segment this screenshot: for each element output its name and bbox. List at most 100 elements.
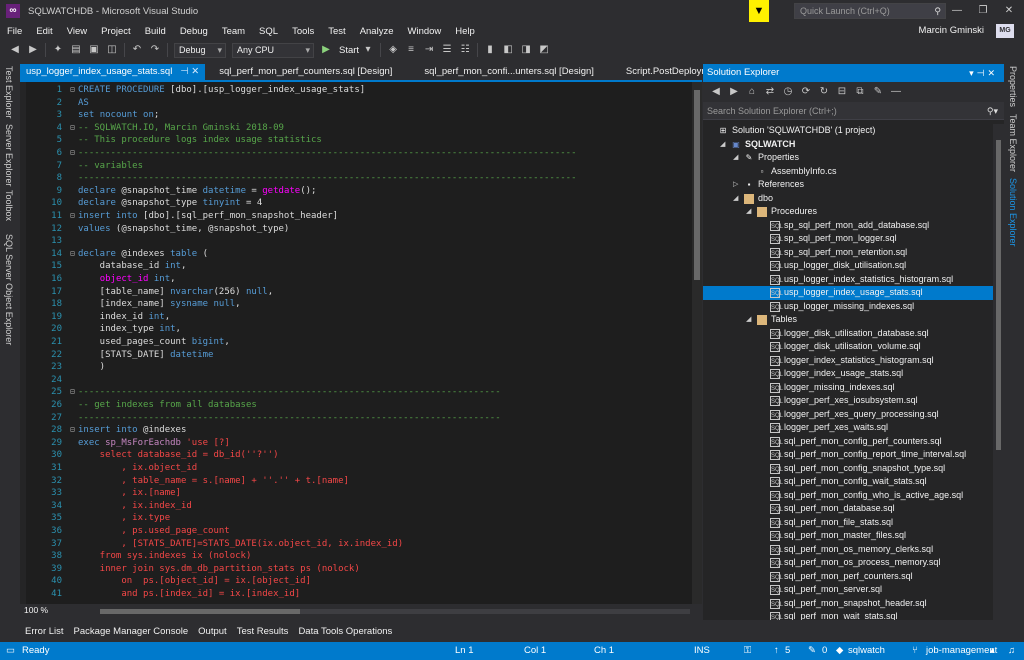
- switch-views-icon[interactable]: ⇄: [763, 85, 777, 99]
- bookmark-icon[interactable]: ▮: [483, 43, 497, 57]
- redo-icon[interactable]: ↷: [148, 43, 162, 57]
- code-line[interactable]: 16 object_id int,: [20, 273, 702, 286]
- menu-sql[interactable]: SQL: [252, 26, 285, 37]
- code-line[interactable]: 27 --------------------------------------…: [20, 412, 702, 425]
- code-line[interactable]: 7 -- variables: [20, 160, 702, 173]
- menu-window[interactable]: Window: [401, 26, 449, 37]
- menu-team[interactable]: Team: [215, 26, 252, 37]
- code-line[interactable]: 13: [20, 235, 702, 248]
- minimize-icon[interactable]: —: [944, 0, 970, 22]
- code-line[interactable]: 1 ⊟ CREATE PROCEDURE [dbo].[usp_logger_ind…: [20, 84, 702, 97]
- tree-item[interactable]: SQL logger_perf_xes_waits.sql: [703, 421, 993, 435]
- bottom-tab-data-tools-operations[interactable]: Data Tools Operations: [293, 626, 397, 637]
- clear-bookmarks-icon[interactable]: ◩: [537, 43, 551, 57]
- forward-icon[interactable]: ▶: [727, 85, 741, 99]
- tree-item[interactable]: SQL sql_perf_mon_server.sql: [703, 583, 993, 597]
- menu-build[interactable]: Build: [138, 26, 173, 37]
- indent-icon[interactable]: ⇥: [422, 43, 436, 57]
- code-line[interactable]: 23 ): [20, 361, 702, 374]
- prev-bookmark-icon[interactable]: ◧: [501, 43, 515, 57]
- code-line[interactable]: 38 from sys.indexes ix (nolock): [20, 550, 702, 563]
- comment-icon[interactable]: ☰: [440, 43, 454, 57]
- tree-item[interactable]: SQL sp_sql_perf_mon_logger.sql: [703, 232, 993, 246]
- show-all-files-icon[interactable]: ⧉: [853, 85, 867, 99]
- document-tab[interactable]: sql_perf_mon_perf_counters.sql [Design]: [213, 64, 398, 80]
- start-icon[interactable]: ▶: [319, 43, 333, 57]
- tree-item[interactable]: ◢ ✎ Properties: [703, 151, 993, 165]
- configuration-select[interactable]: Debug: [174, 42, 226, 58]
- tree-item[interactable]: SQL sql_perf_mon_snapshot_header.sql: [703, 597, 993, 611]
- collapse-arrow-icon[interactable]: ◢: [746, 313, 754, 327]
- code-line[interactable]: 20 index_type int,: [20, 323, 702, 336]
- fold-toggle-icon[interactable]: ⊟: [70, 84, 78, 97]
- code-line[interactable]: 24: [20, 374, 702, 387]
- tree-item[interactable]: SQL usp_logger_index_usage_stats.sql: [703, 286, 993, 300]
- tree-item[interactable]: SQL sp_sql_perf_mon_add_database.sql: [703, 219, 993, 233]
- restore-icon[interactable]: ❐: [970, 0, 996, 22]
- source-control-icon[interactable]: ⚿: [744, 642, 751, 660]
- next-bookmark-icon[interactable]: ◨: [519, 43, 533, 57]
- tree-item[interactable]: SQL sql_perf_mon_config_wait_stats.sql: [703, 475, 993, 489]
- pending-edits-icon[interactable]: ✎: [808, 642, 816, 660]
- right-tab-solution-explorer[interactable]: Solution Explorer: [1008, 178, 1018, 247]
- code-line[interactable]: 2 AS: [20, 97, 702, 110]
- tree-item[interactable]: ◢ dbo: [703, 192, 993, 206]
- preview-icon[interactable]: —: [889, 85, 903, 99]
- code-line[interactable]: 17 [table_name] nvarchar(256) null,: [20, 286, 702, 299]
- code-line[interactable]: 21 used_pages_count bigint,: [20, 336, 702, 349]
- tree-item[interactable]: SQL sql_perf_mon_config_report_time_inter…: [703, 448, 993, 462]
- menu-test[interactable]: Test: [321, 26, 352, 37]
- tree-item[interactable]: SQL sql_perf_mon_database.sql: [703, 502, 993, 516]
- branch-name[interactable]: job-management: [926, 642, 997, 660]
- scrollbar-thumb[interactable]: [694, 90, 700, 280]
- code-line[interactable]: 33 , ix.[name]: [20, 487, 702, 500]
- tree-item[interactable]: SQL sql_perf_mon_config_snapshot_type.sql: [703, 462, 993, 476]
- new-project-icon[interactable]: ✦: [51, 43, 65, 57]
- tree-item[interactable]: SQL logger_perf_xes_iosubsystem.sql: [703, 394, 993, 408]
- code-line[interactable]: 31 , ix.object_id: [20, 462, 702, 475]
- user-name[interactable]: Marcin Gminski: [919, 25, 984, 36]
- code-line[interactable]: 35 , ix.type: [20, 512, 702, 525]
- code-line[interactable]: 22 [STATS_DATE] datetime: [20, 349, 702, 362]
- sql-tools-icon[interactable]: ◈: [386, 43, 400, 57]
- tree-item[interactable]: SQL logger_perf_xes_query_processing.sql: [703, 408, 993, 422]
- menu-view[interactable]: View: [60, 26, 94, 37]
- save-all-icon[interactable]: ◫: [105, 43, 119, 57]
- tree-item[interactable]: ⊞ Solution 'SQLWATCHDB' (1 project): [703, 124, 993, 138]
- left-tab-toolbox[interactable]: Toolbox: [4, 190, 14, 221]
- code-line[interactable]: 3 set nocount on;: [20, 109, 702, 122]
- back-icon[interactable]: ◀: [8, 43, 22, 57]
- collapse-arrow-icon[interactable]: ◢: [733, 192, 741, 206]
- save-icon[interactable]: ▣: [87, 43, 101, 57]
- repository-icon[interactable]: ◆: [836, 642, 843, 660]
- expand-arrow-icon[interactable]: ▷: [733, 178, 741, 192]
- properties-icon[interactable]: ✎: [871, 85, 885, 99]
- forward-icon[interactable]: ▶: [26, 43, 40, 57]
- code-line[interactable]: 4 ⊟ -- SQLWATCH.IO, Marcin Gminski 2018-09: [20, 122, 702, 135]
- code-line[interactable]: 26 -- get indexes from all databases: [20, 399, 702, 412]
- menu-edit[interactable]: Edit: [29, 26, 59, 37]
- tree-item[interactable]: ◢ Tables: [703, 313, 993, 327]
- align-icon[interactable]: ≡: [404, 43, 418, 57]
- code-line[interactable]: 41 and ps.[index_id] = ix.[index_id]: [20, 588, 702, 601]
- bottom-tab-test-results[interactable]: Test Results: [232, 626, 294, 637]
- quick-launch-input[interactable]: Quick Launch (Ctrl+Q) ⚲: [794, 3, 946, 19]
- tree-item[interactable]: ◢ ▣ SQLWATCH: [703, 138, 993, 152]
- unpushed-commits[interactable]: 5: [785, 642, 790, 660]
- collapse-all-icon[interactable]: ⊟: [835, 85, 849, 99]
- code-line[interactable]: 37 , [STATS_DATE]=STATS_DATE(ix.object_i…: [20, 538, 702, 551]
- tree-item[interactable]: SQL logger_disk_utilisation_volume.sql: [703, 340, 993, 354]
- tree-item[interactable]: SQL sql_perf_mon_master_files.sql: [703, 529, 993, 543]
- tree-item[interactable]: ▫ AssemblyInfo.cs: [703, 165, 993, 179]
- tree-item[interactable]: SQL logger_index_statistics_histogram.sql: [703, 354, 993, 368]
- left-tab-sql-server-object-explorer[interactable]: SQL Server Object Explorer: [4, 234, 14, 345]
- fold-toggle-icon[interactable]: ⊟: [70, 248, 78, 261]
- push-icon[interactable]: ↑: [774, 642, 779, 660]
- menu-analyze[interactable]: Analyze: [353, 26, 401, 37]
- right-tab-properties[interactable]: Properties: [1008, 66, 1018, 107]
- zoom-level-select[interactable]: 100 %: [24, 605, 70, 617]
- avatar[interactable]: MG: [996, 24, 1014, 38]
- branch-icon[interactable]: ⑂: [912, 642, 918, 660]
- code-line[interactable]: 39 inner join sys.dm_db_partition_stats …: [20, 563, 702, 576]
- repository-name[interactable]: sqlwatch: [848, 642, 885, 660]
